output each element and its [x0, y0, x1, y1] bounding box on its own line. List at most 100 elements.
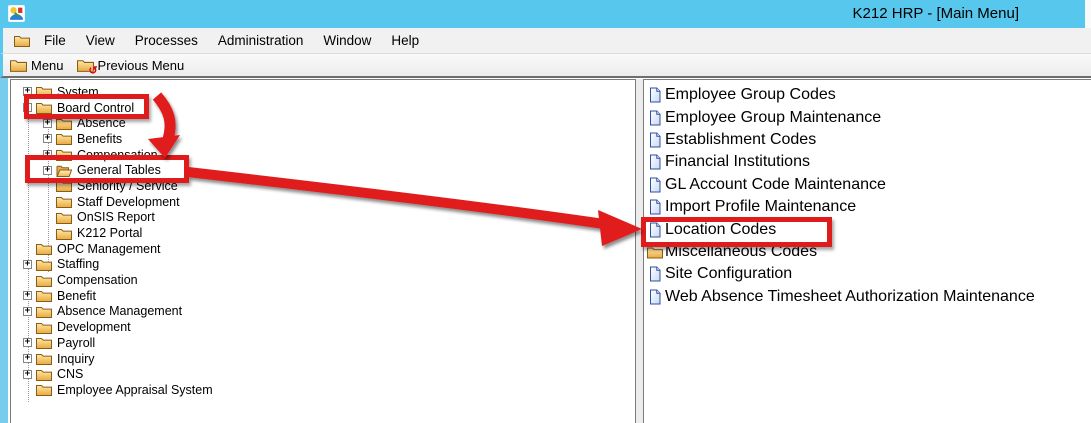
- menu-list-item-employee-group-maintenance[interactable]: Employee Group Maintenance: [647, 106, 1091, 128]
- tree-item-label: Benefits: [77, 132, 122, 146]
- menu-item-window[interactable]: Window: [313, 28, 381, 53]
- document-icon: [647, 154, 663, 170]
- menu-list-item-import-profile-maintenance[interactable]: Import Profile Maintenance: [647, 196, 1091, 218]
- mdi-child-folder-icon[interactable]: [14, 34, 30, 47]
- document-icon: [647, 110, 663, 126]
- folder-icon: [56, 179, 72, 192]
- menu-item-help[interactable]: Help: [381, 28, 429, 53]
- app-window: K212 HRP - [Main Menu] FileViewProcesses…: [0, 0, 1091, 423]
- folder-icon: [36, 352, 52, 365]
- folder-icon: [36, 274, 52, 287]
- expand-icon[interactable]: +: [43, 166, 52, 175]
- expand-icon[interactable]: +: [23, 307, 32, 316]
- folder-icon: [56, 195, 72, 208]
- expand-icon[interactable]: +: [23, 370, 32, 379]
- tree-item-payroll[interactable]: +Payroll: [11, 335, 635, 351]
- tree-item-cns[interactable]: +CNS: [11, 366, 635, 382]
- tree-item-label: Compensation: [77, 148, 158, 162]
- tree-item-onsis-report[interactable]: OnSIS Report: [11, 210, 635, 226]
- expand-icon[interactable]: +: [23, 291, 32, 300]
- folder-icon: [56, 148, 72, 161]
- tree-item-employee-appraisal-system[interactable]: Employee Appraisal System: [11, 382, 635, 398]
- menu-list-item-miscellaneous-codes[interactable]: Miscellaneous Codes: [647, 241, 1091, 263]
- tree-item-development[interactable]: Development: [11, 319, 635, 335]
- menu-list-item-establishment-codes[interactable]: Establishment Codes: [647, 129, 1091, 151]
- folder-icon: [36, 368, 52, 381]
- tree-item-label: Board Control: [57, 101, 134, 115]
- expand-icon[interactable]: +: [23, 260, 32, 269]
- document-icon: [647, 266, 663, 282]
- expand-icon[interactable]: +: [23, 354, 32, 363]
- tree-item-label: System: [57, 85, 99, 99]
- folder-icon: [36, 321, 52, 334]
- folder-icon: [36, 101, 52, 114]
- menu-list-item-label: Financial Institutions: [665, 153, 810, 171]
- tree-item-general-tables[interactable]: + General Tables: [11, 162, 635, 178]
- tree-item-label: Staff Development: [77, 195, 180, 209]
- expand-icon[interactable]: +: [43, 150, 52, 159]
- menu-list-item-label: Web Absence Timesheet Authorization Main…: [665, 288, 1035, 306]
- tree-item-k212-portal[interactable]: K212 Portal: [11, 225, 635, 241]
- tree-item-inquiry[interactable]: + Inquiry: [11, 351, 635, 367]
- toolbar: Menu ↺Previous Menu: [0, 54, 1091, 78]
- menu-list-item-label: Employee Group Codes: [665, 86, 836, 104]
- tree-item-compensation[interactable]: Compensation: [11, 272, 635, 288]
- menu-list-item-label: Site Configuration: [665, 265, 792, 283]
- tree-item-benefits[interactable]: + Benefits: [11, 131, 635, 147]
- tree-item-label: Benefit: [57, 289, 96, 303]
- tree-item-label: Staffing: [57, 257, 99, 271]
- tree-item-seniority-service[interactable]: Seniority / Service: [11, 178, 635, 194]
- document-icon: [647, 222, 663, 238]
- menu-item-file[interactable]: File: [34, 28, 76, 53]
- expand-icon[interactable]: +: [43, 119, 52, 128]
- folder-icon: [56, 227, 72, 240]
- menu-list-item-label: Location Codes: [665, 221, 776, 239]
- menu-list-item-site-configuration[interactable]: Site Configuration: [647, 263, 1091, 285]
- tree-item-label: Absence: [77, 116, 126, 130]
- navigation-tree-panel: +System-Board Control+Absence+Benefits+C…: [10, 79, 636, 423]
- menu-item-view[interactable]: View: [76, 28, 125, 53]
- title-bar: K212 HRP - [Main Menu]: [0, 0, 1091, 28]
- tree-item-benefit[interactable]: + Benefit: [11, 288, 635, 304]
- expand-icon[interactable]: +: [23, 87, 32, 96]
- tree-item-board-control[interactable]: - Board Control: [11, 100, 635, 116]
- document-icon: [647, 199, 663, 215]
- menu-list-item-label: Miscellaneous Codes: [665, 243, 817, 261]
- tree-item-label: Seniority / Service: [77, 179, 178, 193]
- tree-item-label: General Tables: [77, 163, 161, 177]
- tree-item-label: Employee Appraisal System: [57, 383, 213, 397]
- expand-icon[interactable]: -: [23, 103, 32, 112]
- tree-item-label: OnSIS Report: [77, 210, 155, 224]
- tree-item-absence[interactable]: + Absence: [11, 115, 635, 131]
- expand-icon[interactable]: +: [43, 134, 52, 143]
- document-icon: [647, 87, 663, 103]
- menu-item-processes[interactable]: Processes: [125, 28, 208, 53]
- tree-item-system[interactable]: + System: [11, 84, 635, 100]
- menu-item-administration[interactable]: Administration: [208, 28, 314, 53]
- document-icon: [647, 177, 663, 193]
- menu-list-item-location-codes[interactable]: Location Codes: [647, 218, 1091, 240]
- tree-item-label: Inquiry: [57, 352, 95, 366]
- document-icon: [647, 132, 663, 148]
- tree-item-staffing[interactable]: + Staffing: [11, 257, 635, 273]
- folder-icon: [56, 117, 72, 130]
- tree-item-opc-management[interactable]: OPC Management: [11, 241, 635, 257]
- folder-icon: [56, 211, 72, 224]
- folder-icon: [10, 58, 27, 72]
- menu-list-item-financial-institutions[interactable]: Financial Institutions: [647, 151, 1091, 173]
- tree-item-label: Development: [57, 320, 131, 334]
- folder-icon: [36, 383, 52, 396]
- menu-bar: FileViewProcessesAdministrationWindowHel…: [0, 28, 1091, 54]
- tree-item-absence-management[interactable]: +Absence Management: [11, 304, 635, 320]
- menu-list-item-gl-account-code-maintenance[interactable]: GL Account Code Maintenance: [647, 174, 1091, 196]
- toolbar-button-menu[interactable]: Menu: [8, 55, 66, 75]
- toolbar-button-previous-menu[interactable]: ↺Previous Menu: [75, 55, 187, 75]
- expand-icon[interactable]: +: [23, 338, 32, 347]
- panel-splitter[interactable]: [636, 79, 643, 423]
- menu-list-item-web-absence-timesheet-authorization-maintenance[interactable]: Web Absence Timesheet Authorization Main…: [647, 286, 1091, 308]
- tree-item-compensation[interactable]: + Compensation: [11, 147, 635, 163]
- tree-item-staff-development[interactable]: Staff Development: [11, 194, 635, 210]
- folder-previous-icon: ↺: [77, 58, 94, 72]
- menu-list-item-employee-group-codes[interactable]: Employee Group Codes: [647, 84, 1091, 106]
- tree-item-label: Compensation: [57, 273, 138, 287]
